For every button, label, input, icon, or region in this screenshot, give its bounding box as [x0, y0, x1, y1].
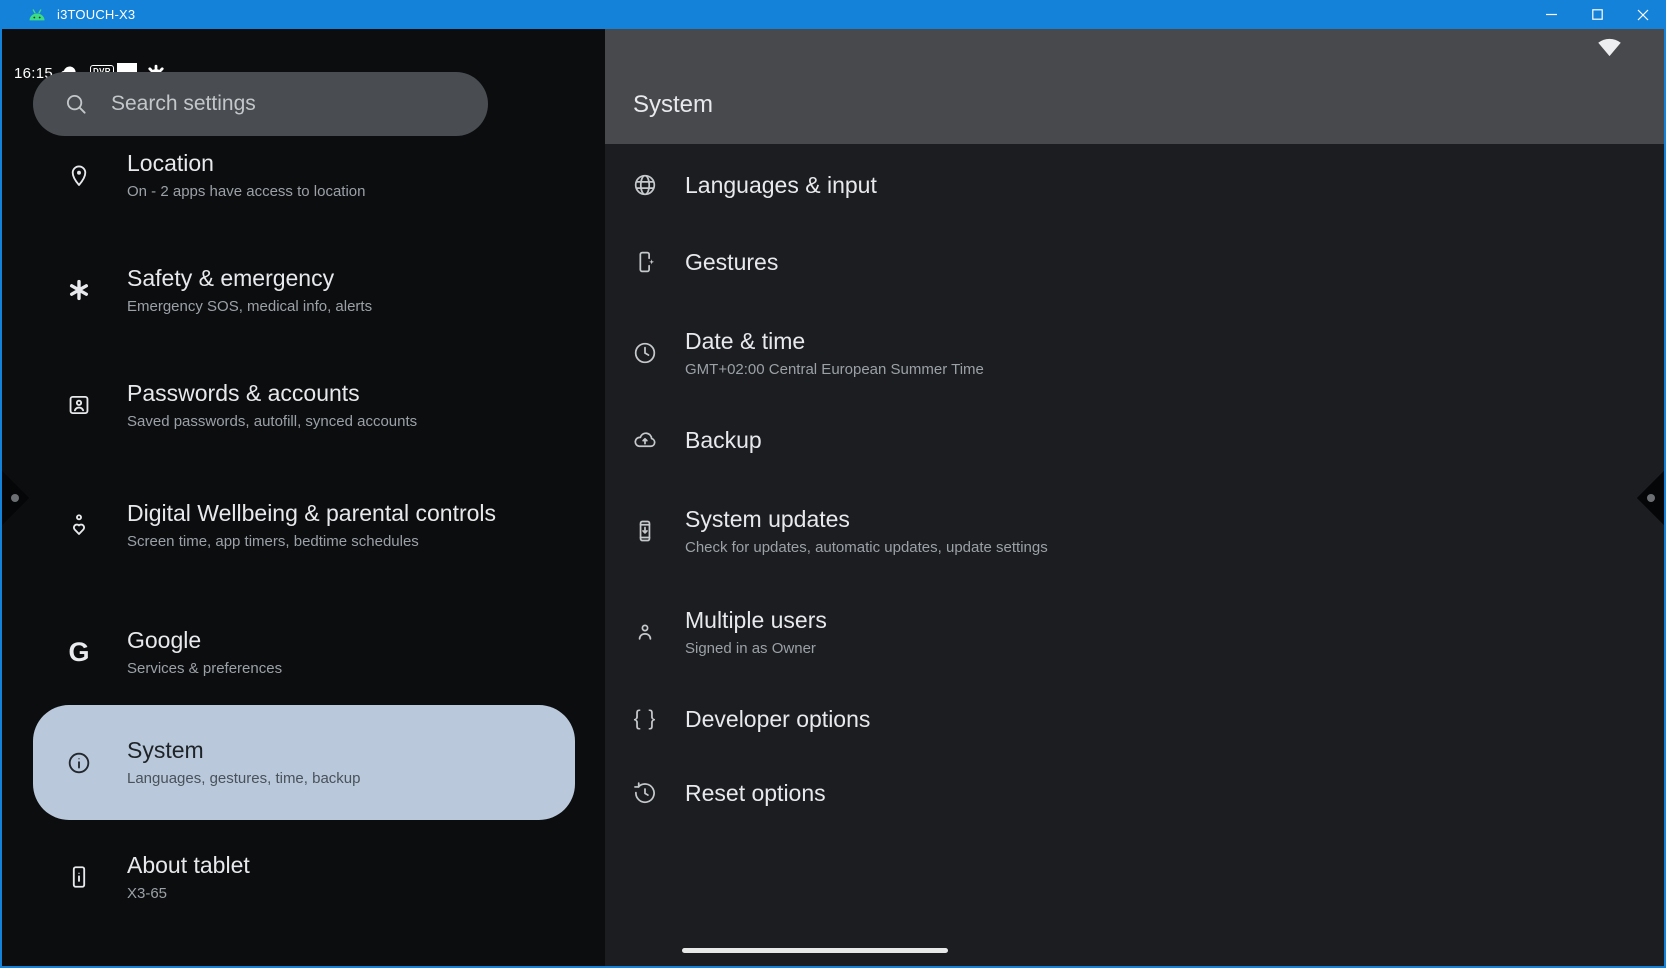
- item-subtitle: On - 2 apps have access to location: [127, 181, 365, 202]
- search-icon: [63, 91, 89, 117]
- sidebar-item-digital-wellbeing[interactable]: Digital Wellbeing & parental controls Sc…: [0, 477, 605, 573]
- sidebar-item-system[interactable]: System Languages, gestures, time, backup: [0, 705, 605, 820]
- wellbeing-heart-icon: [57, 512, 101, 538]
- phone-update-icon: [632, 518, 658, 544]
- left-handle-dot-icon: [11, 494, 19, 502]
- settings-item-developer-options[interactable]: { } Developer options: [605, 684, 1666, 754]
- item-title: About tablet: [127, 851, 250, 880]
- tablet-info-icon: [57, 864, 101, 890]
- item-subtitle: Languages, gestures, time, backup: [127, 768, 360, 789]
- item-title: Safety & emergency: [127, 264, 372, 293]
- page-title: System: [633, 91, 713, 119]
- gesture-navigation-bar[interactable]: [682, 948, 948, 953]
- wifi-icon: [1596, 33, 1623, 60]
- sidebar-item-passwords-accounts[interactable]: Passwords & accounts Saved passwords, au…: [0, 370, 605, 440]
- location-pin-icon: [57, 162, 101, 188]
- item-title: Location: [127, 149, 365, 178]
- content-header: System: [605, 29, 1666, 144]
- settings-item-backup[interactable]: Backup: [605, 405, 1666, 475]
- settings-item-gestures[interactable]: Gestures: [605, 227, 1666, 297]
- item-subtitle: Services & preferences: [127, 658, 282, 679]
- clock-icon: [632, 340, 658, 366]
- cloud-upload-icon: [632, 427, 658, 453]
- item-title: Reset options: [685, 779, 826, 808]
- item-title: Date & time: [685, 327, 984, 356]
- item-subtitle: Emergency SOS, medical info, alerts: [127, 296, 372, 317]
- sidebar-item-location[interactable]: Location On - 2 apps have access to loca…: [0, 140, 605, 210]
- item-title: Google: [127, 626, 282, 655]
- item-title: Gestures: [685, 248, 778, 277]
- item-title: Backup: [685, 426, 762, 455]
- id-card-person-icon: [57, 392, 101, 418]
- search-input[interactable]: Search settings: [33, 72, 488, 136]
- settings-item-multiple-users[interactable]: Multiple users Signed in as Owner: [605, 592, 1666, 672]
- window-titlebar: i3TOUCH-X3: [0, 0, 1666, 29]
- settings-item-languages-input[interactable]: Languages & input: [605, 150, 1666, 220]
- item-title: System: [127, 736, 360, 765]
- globe-icon: [632, 172, 658, 198]
- sidebar-item-google[interactable]: G Google Services & preferences: [0, 617, 605, 687]
- item-title: Digital Wellbeing & parental controls: [127, 499, 496, 528]
- android-logo-icon: [27, 7, 47, 22]
- settings-content: System Languages & input Gestures: [605, 29, 1666, 966]
- minimize-button[interactable]: [1528, 0, 1574, 29]
- search-placeholder: Search settings: [111, 92, 256, 116]
- settings-item-reset-options[interactable]: Reset options: [605, 758, 1666, 828]
- gesture-phone-icon: [632, 249, 658, 275]
- history-icon: [632, 780, 658, 806]
- sidebar-item-about-tablet[interactable]: About tablet X3-65: [0, 842, 605, 912]
- item-subtitle: GMT+02:00 Central European Summer Time: [685, 359, 984, 380]
- item-title: Multiple users: [685, 606, 827, 635]
- right-handle-dot-icon: [1647, 494, 1655, 502]
- item-subtitle: X3-65: [127, 883, 250, 904]
- settings-item-date-time[interactable]: Date & time GMT+02:00 Central European S…: [605, 313, 1666, 393]
- info-circle-icon: [57, 750, 101, 776]
- person-icon: [632, 619, 658, 645]
- settings-sidebar: 16:15 DVR Search settin: [0, 29, 605, 966]
- google-g-icon: G: [57, 639, 101, 665]
- window-title: i3TOUCH-X3: [57, 7, 135, 22]
- medical-asterisk-icon: [57, 278, 101, 302]
- item-subtitle: Signed in as Owner: [685, 638, 827, 659]
- code-braces-icon: { }: [632, 707, 658, 731]
- item-subtitle: Screen time, app timers, bedtime schedul…: [127, 531, 496, 552]
- maximize-button[interactable]: [1574, 0, 1620, 29]
- item-subtitle: Check for updates, automatic updates, up…: [685, 537, 1048, 558]
- close-button[interactable]: [1620, 0, 1666, 29]
- item-title: Passwords & accounts: [127, 379, 417, 408]
- item-title: Developer options: [685, 705, 870, 734]
- window-border-left: [0, 29, 2, 968]
- item-title: System updates: [685, 505, 1048, 534]
- item-subtitle: Saved passwords, autofill, synced accoun…: [127, 411, 417, 432]
- sidebar-item-safety-emergency[interactable]: Safety & emergency Emergency SOS, medica…: [0, 255, 605, 325]
- item-title: Languages & input: [685, 171, 877, 200]
- settings-item-system-updates[interactable]: System updates Check for updates, automa…: [605, 491, 1666, 571]
